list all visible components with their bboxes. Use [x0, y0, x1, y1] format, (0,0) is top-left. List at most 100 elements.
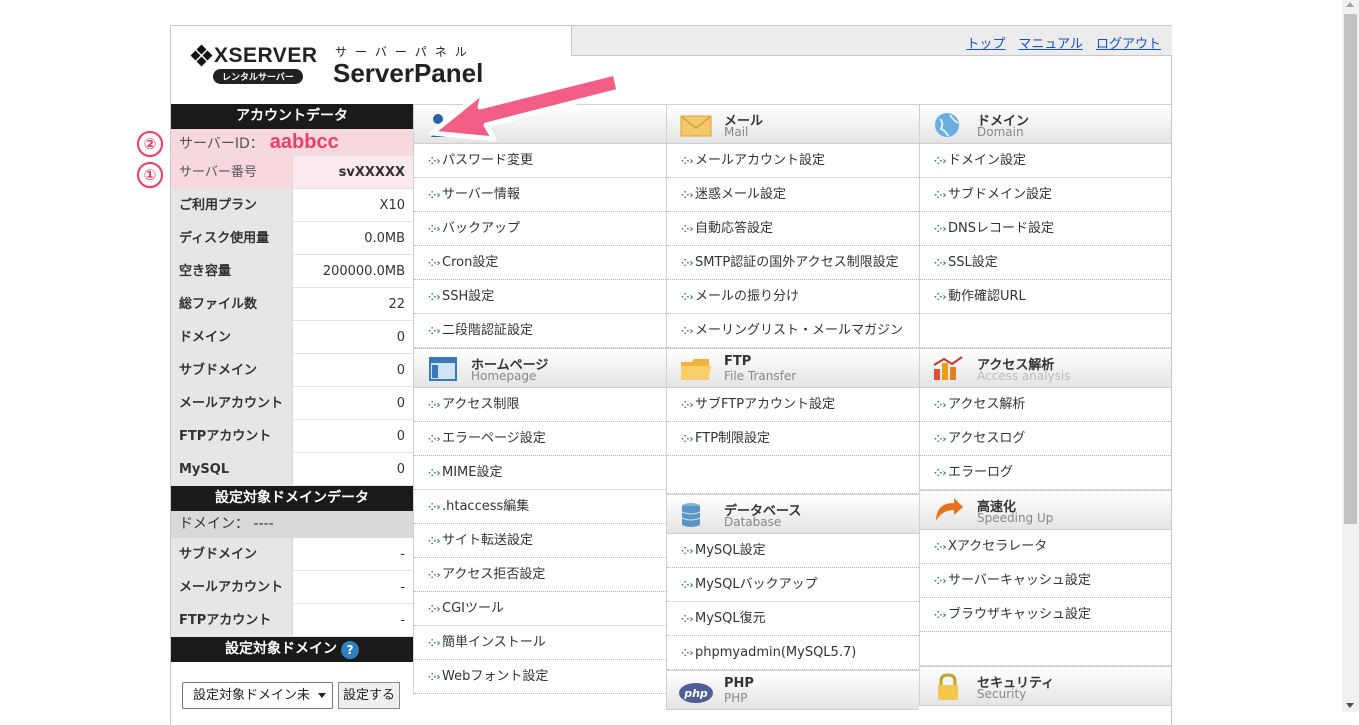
section-ftp: FTP File Transfer	[667, 348, 919, 388]
menu-item[interactable]: ⁘› SMTP認証の国外アクセス制限設定	[667, 246, 919, 280]
menu-item[interactable]: ⁘› FTP制限設定	[667, 422, 919, 456]
set-domain-button[interactable]: 設定する	[338, 682, 401, 709]
menu-item[interactable]: ⁘› サブドメイン設定	[920, 178, 1171, 212]
annotation-badge-2: ②	[137, 131, 163, 157]
account-row: サーバー番号 svXXXXX	[171, 156, 413, 189]
domain-data-heading: 設定対象ドメインデータ	[171, 486, 413, 511]
row-value: -	[293, 538, 413, 570]
section-homepage: ホームページ Homepage	[414, 348, 666, 388]
menu-item[interactable]: ⁘› SSL設定	[920, 246, 1171, 280]
svg-text:php: php	[683, 687, 708, 700]
section-access: アクセス解析 Access analysis	[920, 348, 1171, 388]
account-row: ドメイン 0	[171, 321, 413, 354]
brand-name: XSERVER	[214, 44, 318, 67]
row-label: ご利用プラン	[171, 189, 293, 221]
section-database: データベース Database	[667, 494, 919, 534]
manual-link[interactable]: マニュアル	[1018, 37, 1083, 52]
help-icon[interactable]: ?	[341, 641, 359, 659]
menu-item[interactable]: ⁘› MySQLバックアップ	[667, 568, 919, 602]
scroll-up-icon[interactable]	[1346, 2, 1354, 7]
account-data-heading: アカウントデータ	[171, 104, 413, 129]
page-scrollbar[interactable]	[1342, 0, 1359, 712]
section-subtitle: Database	[724, 515, 782, 529]
row-label: ドメイン	[171, 321, 293, 353]
account-row: ディスク使用量 0.0MB	[171, 222, 413, 255]
section-subtitle: Mail	[724, 125, 749, 139]
menu-item[interactable]: ⁘› エラーページ設定	[414, 422, 666, 456]
menu-item[interactable]: ⁘› サブFTPアカウント設定	[667, 388, 919, 422]
menu-item[interactable]: ⁘› バックアップ	[414, 212, 666, 246]
row-value: 0	[293, 321, 413, 353]
menu-item[interactable]: ⁘› ドメイン設定	[920, 144, 1171, 178]
menu-item[interactable]: ⁘› CGIツール	[414, 592, 666, 626]
server-id-label: サーバーID：	[179, 136, 264, 152]
header: XSERVER レンタルサーバー サーバーパネル ServerPanel トップ…	[171, 26, 1172, 104]
section-php: php PHP PHP	[667, 670, 919, 710]
menu-item[interactable]: ⁘› サーバー情報	[414, 178, 666, 212]
row-value: 0	[293, 420, 413, 452]
menu-item[interactable]: ⁘› MIME設定	[414, 456, 666, 490]
php-icon: php	[679, 683, 713, 703]
domain-row: FTPアカウント -	[171, 604, 413, 637]
scroll-down-icon[interactable]	[1346, 703, 1354, 708]
server-panel: XSERVER レンタルサーバー サーバーパネル ServerPanel トップ…	[170, 25, 1172, 725]
menu-item[interactable]: ⁘› 動作確認URL	[920, 280, 1171, 314]
section-title: FTP	[724, 354, 752, 369]
menu-item[interactable]: ⁘› エラーログ	[920, 456, 1171, 490]
row-label: FTPアカウント	[171, 420, 293, 452]
menu-item[interactable]: ⁘› 二段階認証設定	[414, 314, 666, 348]
domain-select-row: 設定対象ドメイン未 設定する	[171, 662, 413, 722]
row-label: サーバー番号	[171, 156, 293, 188]
account-row: FTPアカウント 0	[171, 420, 413, 453]
account-row: MySQL 0	[171, 453, 413, 486]
scrollbar-thumb[interactable]	[1344, 14, 1357, 524]
annotation-badge-1: ①	[137, 162, 163, 188]
row-label: サブドメイン	[171, 354, 293, 386]
menu-item[interactable]: ⁘› ブラウザキャッシュ設定	[920, 598, 1171, 632]
account-row: 空き容量 200000.0MB	[171, 255, 413, 288]
menu-item[interactable]: ⁘› 迷惑メール設定	[667, 178, 919, 212]
row-value: 0	[293, 453, 413, 485]
row-value: svXXXXX	[293, 156, 413, 188]
menu-item[interactable]: ⁘› SSH設定	[414, 280, 666, 314]
menu-item[interactable]: ⁘› Webフォント設定	[414, 660, 666, 694]
menu-item[interactable]: ⁘› Cron設定	[414, 246, 666, 280]
menu-item[interactable]: ⁘› サイト転送設定	[414, 524, 666, 558]
domain-row: サブドメイン -	[171, 538, 413, 571]
row-value: 200000.0MB	[293, 255, 413, 287]
top-link[interactable]: トップ	[966, 37, 1005, 52]
menu-item[interactable]: ⁘› サーバーキャッシュ設定	[920, 564, 1171, 598]
menu-item[interactable]: ⁘› 自動応答設定	[667, 212, 919, 246]
menu-item[interactable]: ⁘› 簡単インストール	[414, 626, 666, 660]
menu-item[interactable]: ⁘› アクセス制限	[414, 388, 666, 422]
menu-item[interactable]: ⁘› DNSレコード設定	[920, 212, 1171, 246]
speed-icon	[936, 498, 963, 521]
menu-item[interactable]: ⁘› メールアカウント設定	[667, 144, 919, 178]
menu-item-empty	[920, 314, 1171, 348]
menu-item[interactable]: ⁘› アクセス拒否設定	[414, 558, 666, 592]
section-subtitle: Homepage	[471, 369, 537, 383]
menu-item[interactable]: ⁘› phpmyadmin(MySQL5.7)	[667, 636, 919, 670]
row-value: 0.0MB	[293, 222, 413, 254]
menu-item[interactable]: ⁘› MySQL復元	[667, 602, 919, 636]
top-nav: トップ マニュアル ログアウト	[571, 26, 1172, 56]
menu-item-empty	[667, 456, 919, 494]
menu-item[interactable]: ⁘› メールの振り分け	[667, 280, 919, 314]
domain-select[interactable]: 設定対象ドメイン未	[182, 682, 333, 709]
menu-item[interactable]: ⁘› メーリングリスト・メールマガジン	[667, 314, 919, 348]
section-speed: 高速化 Speeding Up	[920, 490, 1171, 530]
brand-sub: レンタルサーバー	[213, 69, 303, 84]
row-label: 総ファイル数	[171, 288, 293, 320]
menu-item[interactable]: ⁘› アクセス解析	[920, 388, 1171, 422]
logout-link[interactable]: ログアウト	[1096, 37, 1161, 52]
menu-item[interactable]: ⁘› Xアクセラレータ	[920, 530, 1171, 564]
xserver-logo[interactable]: XSERVER レンタルサーバー	[190, 44, 318, 84]
menu-item[interactable]: ⁘› MySQL設定	[667, 534, 919, 568]
section-subtitle: Domain	[977, 125, 1024, 139]
section-subtitle: Security	[977, 687, 1027, 701]
menu-item[interactable]: ⁘› .htaccess編集	[414, 490, 666, 524]
row-value: -	[293, 604, 413, 636]
account-row: メールアカウント 0	[171, 387, 413, 420]
domain-select-heading: 設定対象ドメイン?	[171, 637, 413, 662]
menu-item[interactable]: ⁘› アクセスログ	[920, 422, 1171, 456]
